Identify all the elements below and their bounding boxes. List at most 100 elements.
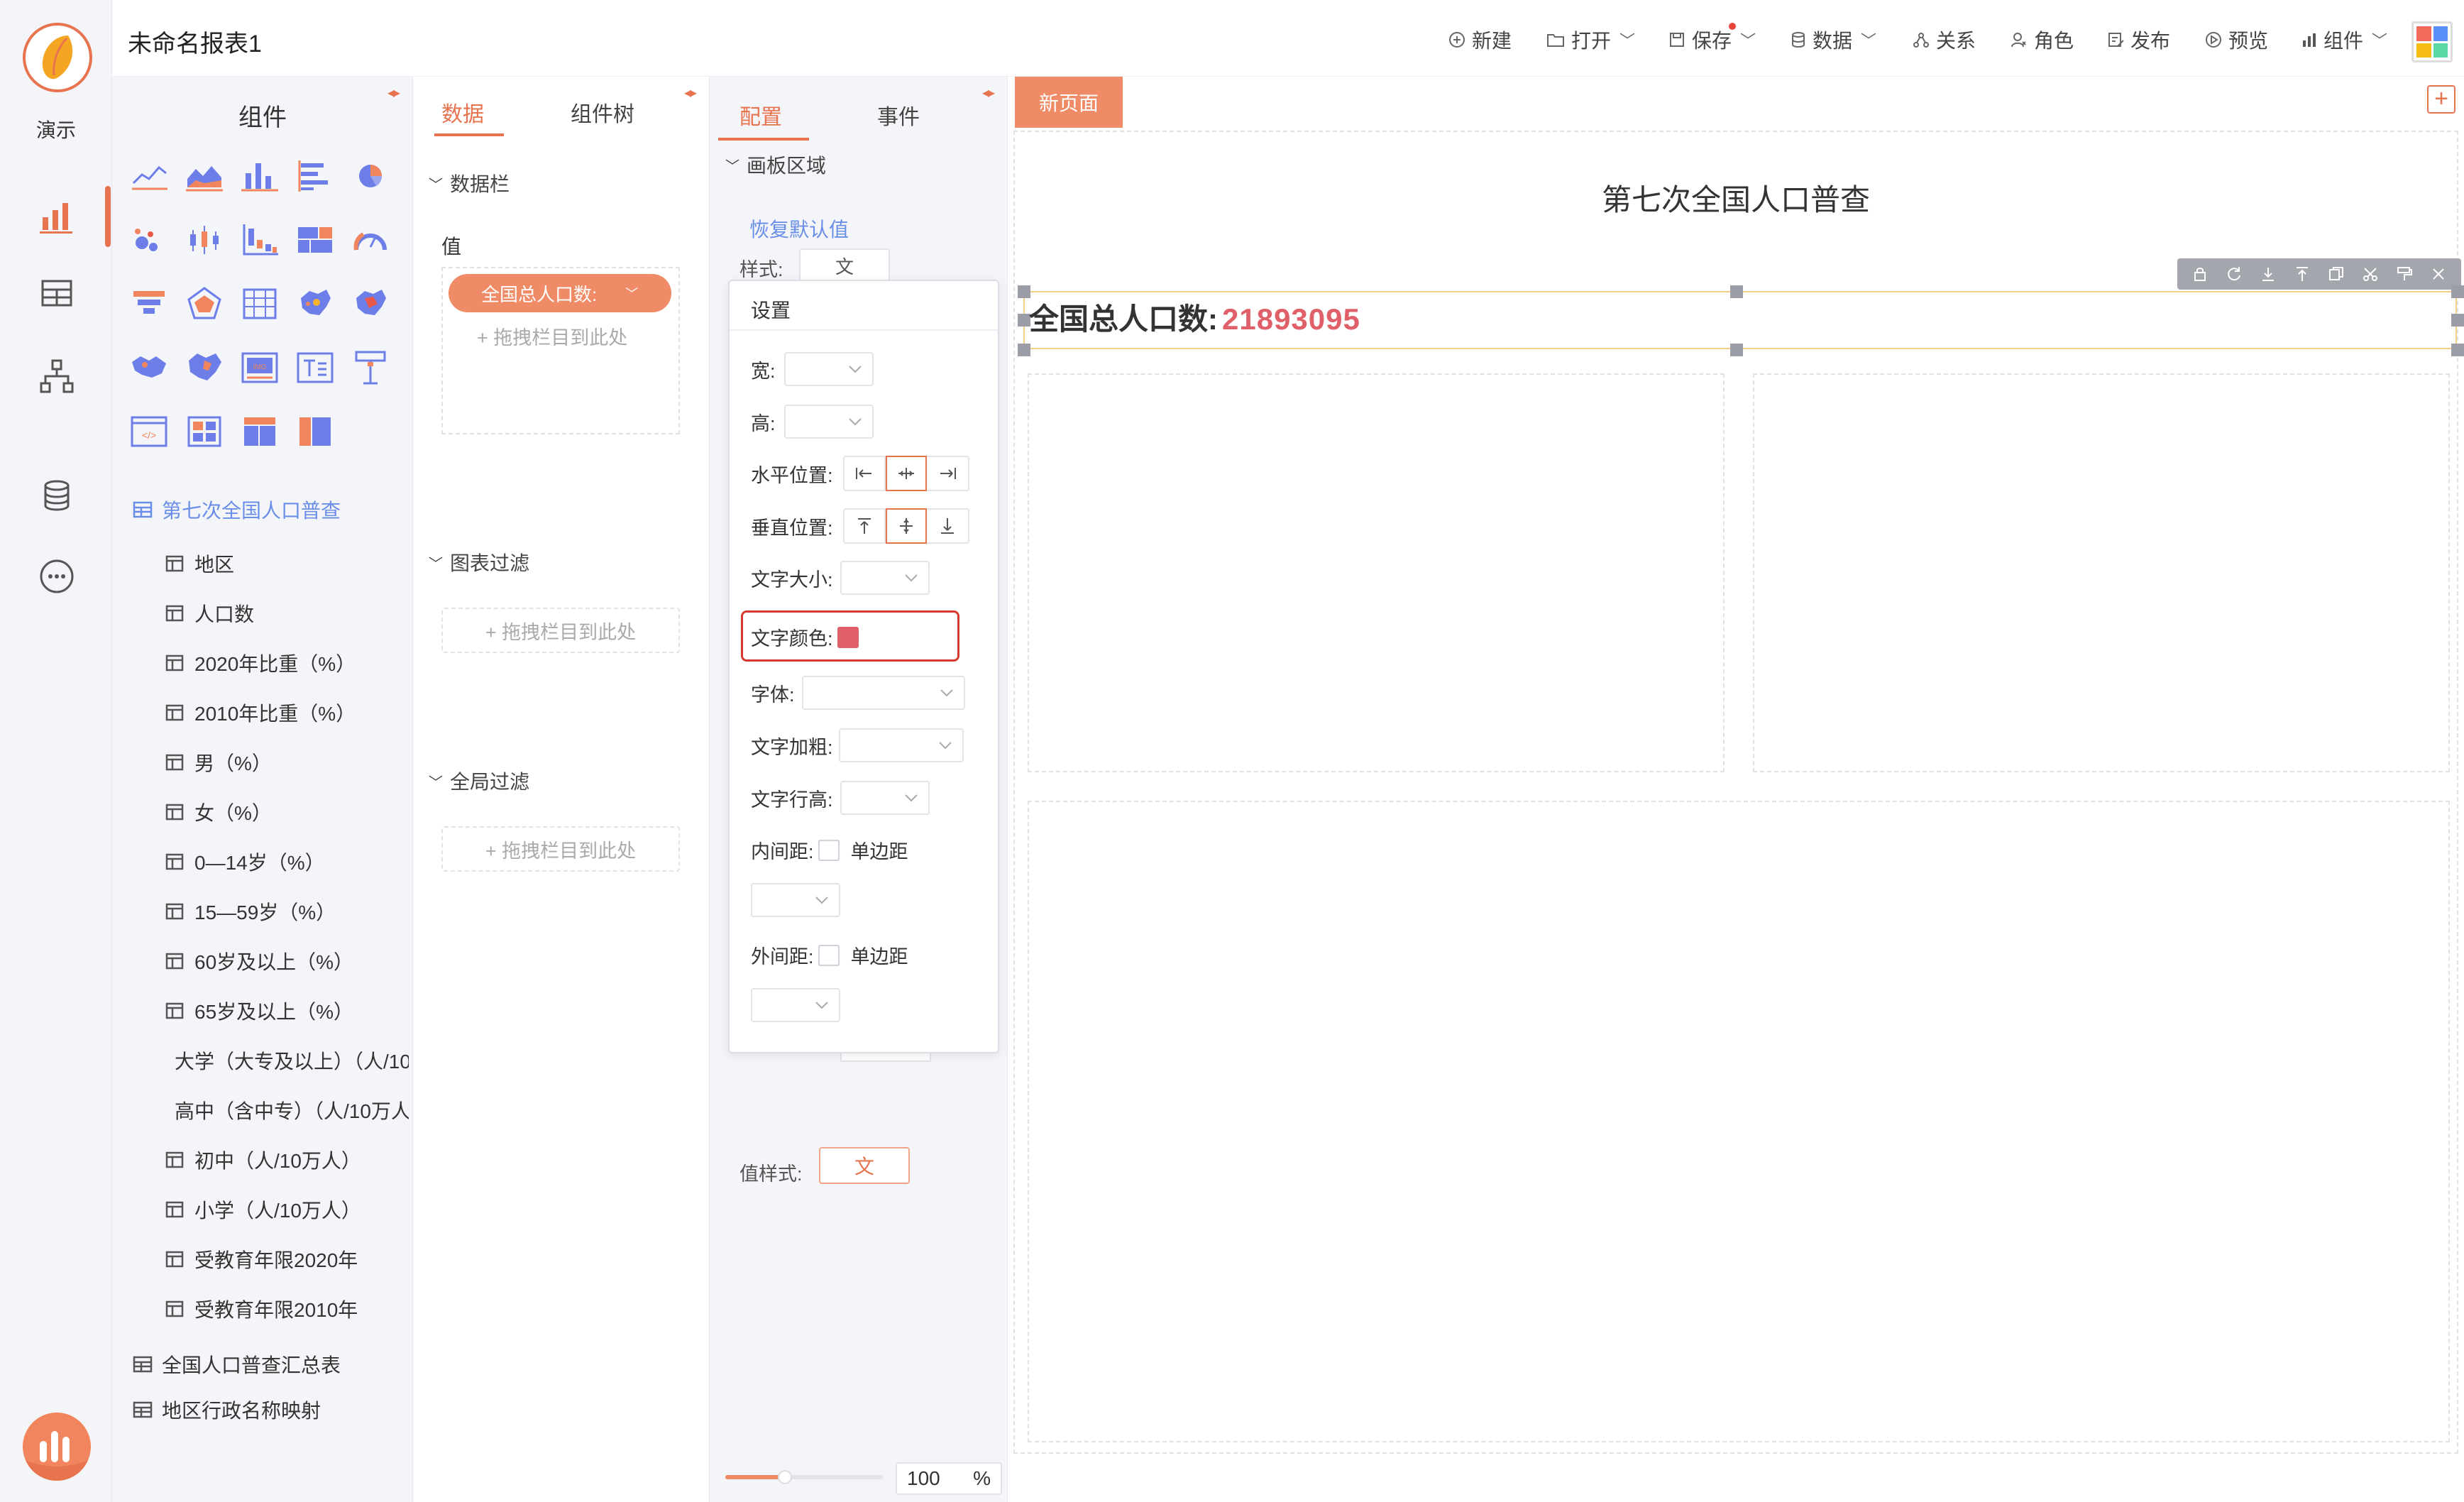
- open-button[interactable]: 打开 ﹀: [1546, 26, 1635, 54]
- role-button[interactable]: 角色: [2010, 26, 2074, 54]
- horizontal-bar-icon[interactable]: [294, 155, 336, 197]
- field-item[interactable]: 65岁及以上（%）: [165, 997, 409, 1025]
- font-color-swatch[interactable]: [837, 626, 859, 648]
- padding-select[interactable]: [751, 883, 840, 917]
- new-button[interactable]: 新建: [1448, 26, 1512, 54]
- tag-icon[interactable]: [349, 346, 392, 389]
- add-page-icon[interactable]: +: [2427, 85, 2455, 114]
- tab-component-tree[interactable]: 组件树: [571, 97, 634, 128]
- field-item[interactable]: 60岁及以上（%）: [165, 947, 409, 975]
- global-filter-dropzone[interactable]: + 拖拽栏目到此处: [441, 826, 680, 872]
- table-icon[interactable]: [37, 274, 77, 314]
- height-select[interactable]: [783, 405, 874, 439]
- save-button[interactable]: 保存 ﹀: [1668, 23, 1756, 54]
- font-size-select[interactable]: [840, 561, 930, 595]
- align-right-icon[interactable]: [927, 457, 968, 490]
- waterfall-icon[interactable]: [238, 219, 281, 261]
- field-item[interactable]: 地区: [165, 549, 409, 578]
- align-middle-icon[interactable]: [885, 508, 927, 544]
- field-item[interactable]: 初中（人/10万人）: [165, 1146, 409, 1174]
- component-menu-button[interactable]: 组件 ﹀: [2301, 26, 2387, 54]
- resize-handle[interactable]: [1730, 344, 1743, 356]
- field-item[interactable]: 15—59岁（%）: [165, 897, 409, 926]
- resize-handle[interactable]: [1730, 285, 1743, 298]
- text-box-icon[interactable]: [294, 346, 336, 389]
- field-item[interactable]: 受教育年限2010年: [165, 1295, 409, 1323]
- html-embed-icon[interactable]: </>: [128, 410, 170, 453]
- bring-to-top-icon[interactable]: [2293, 265, 2311, 283]
- resize-handle[interactable]: [2451, 285, 2464, 298]
- user-avatar[interactable]: [23, 1413, 91, 1481]
- font-weight-select[interactable]: [838, 728, 964, 762]
- preview-button[interactable]: 预览: [2204, 26, 2268, 54]
- image-box-icon[interactable]: IMG: [238, 346, 281, 389]
- database-icon[interactable]: [37, 476, 77, 515]
- zoom-input[interactable]: 100 %: [896, 1462, 1002, 1495]
- download-icon[interactable]: [2259, 265, 2277, 283]
- funnel-icon[interactable]: [128, 283, 170, 325]
- zoom-slider-handle[interactable]: [778, 1470, 793, 1484]
- value-style-button[interactable]: 文: [819, 1147, 910, 1184]
- close-icon[interactable]: [2429, 265, 2448, 283]
- province-map-icon[interactable]: [183, 346, 226, 389]
- value-drop-hint[interactable]: + 拖拽栏目到此处: [477, 322, 627, 350]
- line-chart-icon[interactable]: [128, 155, 170, 197]
- radar-icon[interactable]: [183, 283, 226, 325]
- tab-config[interactable]: 配置: [739, 99, 782, 131]
- layout-column-icon[interactable]: [294, 410, 336, 453]
- empty-widget-left[interactable]: [1028, 373, 1725, 772]
- padding-single-side-checkbox[interactable]: [818, 839, 840, 861]
- zoom-slider[interactable]: [725, 1475, 883, 1479]
- align-left-icon[interactable]: [845, 457, 886, 490]
- empty-widget-right[interactable]: [1753, 373, 2450, 772]
- data-bar-section[interactable]: ﹀ 数据栏: [429, 169, 510, 197]
- global-filter-section[interactable]: ﹀ 全局过滤: [429, 767, 529, 795]
- restore-default-link[interactable]: 恢复默认值: [749, 214, 849, 243]
- lock-icon[interactable]: [2191, 265, 2209, 283]
- more-icon[interactable]: [37, 557, 77, 596]
- collapse-panel-icon[interactable]: ◂▸: [982, 84, 995, 102]
- resize-handle[interactable]: [2451, 314, 2464, 327]
- pie-chart-icon[interactable]: [349, 155, 392, 197]
- report-name[interactable]: 未命名报表1: [128, 24, 262, 59]
- field-item[interactable]: 受教育年限2020年: [165, 1245, 409, 1273]
- field-item[interactable]: 人口数: [165, 599, 409, 627]
- style-button[interactable]: 文: [799, 248, 890, 283]
- page-tab-new[interactable]: 新页面: [1015, 77, 1123, 128]
- copy-icon[interactable]: [2327, 265, 2345, 283]
- field-item[interactable]: 男（%）: [165, 748, 409, 777]
- card-grid-icon[interactable]: [183, 410, 226, 453]
- refresh-icon[interactable]: [2225, 265, 2243, 283]
- treemap-icon[interactable]: [294, 219, 336, 261]
- dataset-item[interactable]: 全国人口普查汇总表: [132, 1350, 341, 1378]
- resize-handle[interactable]: [1018, 344, 1030, 356]
- layout-split-icon[interactable]: [238, 410, 281, 453]
- chart-filter-section[interactable]: ﹀ 图表过滤: [429, 548, 529, 576]
- publish-button[interactable]: 发布: [2106, 26, 2170, 54]
- field-item[interactable]: 2010年比重（%）: [165, 698, 409, 727]
- field-item[interactable]: 女（%）: [165, 798, 409, 826]
- relation-button[interactable]: 关系: [1912, 26, 1976, 54]
- bar-chart-icon[interactable]: [238, 155, 281, 197]
- width-select[interactable]: [783, 352, 874, 386]
- align-center-icon[interactable]: [885, 456, 927, 491]
- margin-single-side-checkbox[interactable]: [818, 944, 840, 966]
- china-map-icon[interactable]: [294, 283, 336, 325]
- hierarchy-icon[interactable]: [37, 356, 77, 396]
- field-item[interactable]: 高中（含中专）（人/10万人）: [165, 1096, 409, 1124]
- line-height-select[interactable]: [840, 781, 930, 815]
- area-chart-icon[interactable]: [183, 155, 226, 197]
- field-item[interactable]: 2020年比重（%）: [165, 649, 409, 677]
- dashboard-icon[interactable]: [37, 196, 77, 236]
- field-item[interactable]: 大学（大专及以上）（人/10万人）: [165, 1046, 409, 1075]
- tab-data[interactable]: 数据: [441, 97, 484, 128]
- field-item[interactable]: 0—14岁（%）: [165, 848, 409, 876]
- china-heat-map-icon[interactable]: [349, 283, 392, 325]
- candlestick-icon[interactable]: [183, 219, 226, 261]
- tab-events[interactable]: 事件: [877, 99, 920, 131]
- chevron-down-icon[interactable]: ﹀: [625, 284, 638, 302]
- chart-filter-dropzone[interactable]: + 拖拽栏目到此处: [441, 608, 680, 653]
- align-top-icon[interactable]: [845, 510, 886, 542]
- cut-icon[interactable]: [2361, 265, 2380, 283]
- data-menu-button[interactable]: 数据 ﹀: [1790, 26, 1876, 54]
